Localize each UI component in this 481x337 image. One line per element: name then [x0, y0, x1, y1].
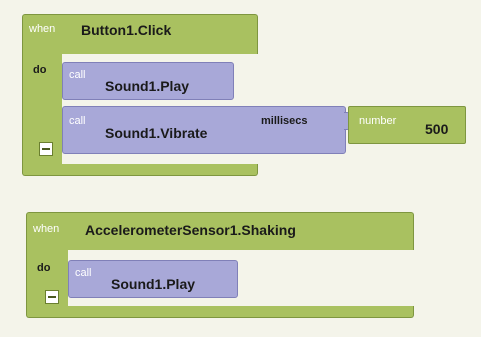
method-name: Sound1.Play: [111, 276, 196, 292]
event-header[interactable]: when AccelerometerSensor1.Shaking: [26, 212, 414, 250]
when-label: when: [29, 23, 56, 35]
event-name: AccelerometerSensor1.Shaking: [85, 222, 296, 238]
event-name: Button1.Click: [81, 22, 172, 38]
collapse-icon[interactable]: [39, 142, 53, 156]
when-label: when: [33, 223, 60, 235]
call-label: call: [69, 115, 86, 127]
method-name: Sound1.Vibrate: [105, 125, 208, 141]
call-block-sound1-play[interactable]: call Sound1.Play: [62, 62, 234, 100]
number-value[interactable]: 500: [425, 121, 448, 137]
collapse-icon[interactable]: [45, 290, 59, 304]
event-header[interactable]: when Button1.Click: [22, 14, 258, 54]
param-label-millisecs: millisecs: [261, 115, 308, 127]
event-spine: do: [22, 54, 62, 166]
call-label: call: [75, 267, 92, 279]
method-name: Sound1.Play: [105, 78, 190, 94]
number-block[interactable]: number 500: [348, 106, 466, 144]
number-type-label: number: [359, 115, 397, 127]
call-block-sound1-vibrate[interactable]: call Sound1.Vibrate millisecs: [62, 106, 346, 154]
event-footer: [26, 306, 414, 318]
call-label: call: [69, 69, 86, 81]
event-footer: [22, 164, 258, 176]
call-block-sound1-play[interactable]: call Sound1.Play: [68, 260, 238, 298]
do-label: do: [37, 262, 51, 274]
do-label: do: [33, 64, 47, 76]
blocks-workspace[interactable]: when Button1.Click do call Sound1.Play c…: [0, 0, 481, 337]
event-spine: do: [26, 250, 68, 308]
